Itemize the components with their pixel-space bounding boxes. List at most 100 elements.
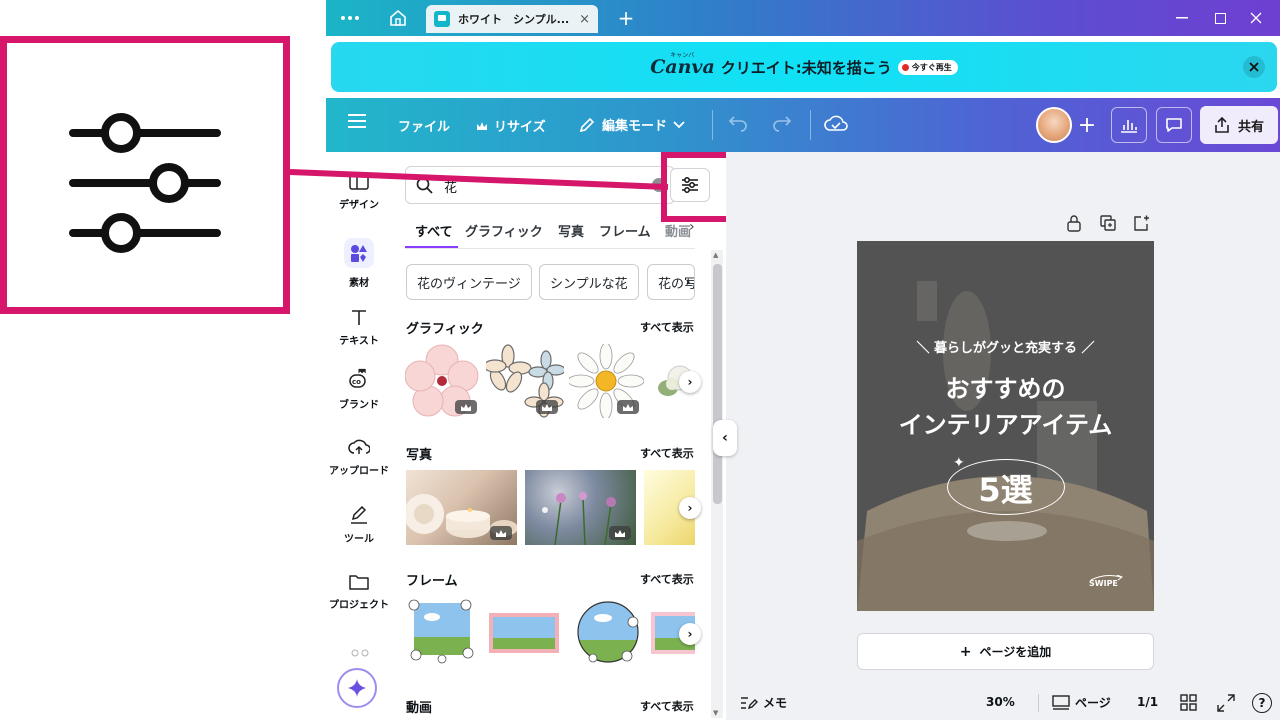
rail-label: アップロード [329,466,389,477]
graphic-peach-flowers[interactable] [483,344,566,418]
editor-toolbar: ファイル リサイズ 編集モード + 共有 [326,98,1280,152]
maximize-icon[interactable] [1210,8,1230,28]
share-label: 共有 [1237,119,1264,135]
add-collaborator-icon[interactable]: + [1072,107,1102,143]
frame-floral-square[interactable] [406,597,480,667]
rail-label: プロジェクト [329,600,389,611]
play-now-pill[interactable]: 今すぐ再生 [897,59,958,75]
crown-icon [477,121,487,130]
cloud-saved-icon[interactable] [824,114,848,134]
pen-tool-icon [351,506,367,524]
tab-all[interactable]: すべて [415,221,453,240]
photo-candles-flowers[interactable] [406,470,517,545]
help-icon[interactable]: ? [1252,693,1272,713]
magic-sparkle-button[interactable] [337,668,377,708]
see-all-link[interactable]: すべて表示 [640,445,694,461]
rail-item-elements[interactable]: 素材 [326,238,392,289]
frames-next-icon[interactable]: › [679,623,701,645]
frame-pink-border[interactable] [488,612,560,654]
suggestion-chip[interactable]: シンプルな花 [539,264,639,300]
graphic-pink-flower[interactable] [404,344,480,418]
rail-item-text[interactable]: テキスト [326,308,392,347]
add-page-button[interactable]: + ページを追加 [857,633,1154,670]
window-close-icon[interactable] [1246,8,1266,28]
resize-button[interactable]: リサイズ [476,116,546,135]
notes-pencil-icon [741,696,758,709]
browser-titlebar: ホワイト シンプル... × + [326,0,1280,36]
more-horizontal-icon[interactable] [336,8,364,28]
section-title: フレーム [406,574,458,589]
hamburger-menu-icon[interactable] [348,114,366,128]
comment-icon[interactable] [1156,107,1192,143]
add-page-above-icon[interactable] [1132,214,1150,232]
new-tab-button[interactable]: + [614,6,638,30]
search-input[interactable]: 花 [405,166,675,204]
scroll-up-icon[interactable]: ▲ [713,251,718,259]
zoom-level[interactable]: 30% [986,695,1015,709]
user-avatar[interactable] [1036,107,1072,143]
redo-icon[interactable] [772,114,792,134]
see-all-link[interactable]: すべて表示 [640,698,694,714]
grid-view-icon[interactable] [1180,694,1198,716]
pencil-icon [579,117,595,132]
see-all-link[interactable]: すべて表示 [640,319,694,335]
brand-icon: co [349,368,366,388]
svg-text:co: co [352,378,361,386]
panel-scrollbar-thumb[interactable] [713,264,722,504]
frame-circle-floral[interactable] [573,600,643,668]
duplicate-page-icon[interactable] [1099,214,1117,232]
file-menu-button[interactable]: ファイル [398,116,450,135]
close-tab-icon[interactable]: × [579,12,590,27]
rail-item-upload[interactable]: アップロード [326,438,392,477]
rail-item-tools[interactable]: ツール [326,506,392,545]
rail-item-projects[interactable]: プロジェクト [326,574,392,611]
tab-graphics[interactable]: グラフィック [465,221,543,240]
tab-videos[interactable]: 動画 [665,221,691,240]
promo-banner[interactable]: Canva キャンバ クリエイト:未知を描こう 今すぐ再生 [331,42,1277,92]
premium-crown-icon [455,400,477,414]
home-icon[interactable] [386,6,410,30]
folder-icon [349,575,369,590]
suggestion-chip[interactable]: 花のヴィンテージ [406,264,532,300]
pages-button[interactable]: ページ [1052,694,1111,711]
rail-item-design[interactable]: デザイン [326,174,392,211]
banner-text: クリエイト:未知を描こう [720,58,892,77]
lock-icon[interactable] [1066,214,1082,232]
fullscreen-icon[interactable] [1217,694,1235,716]
section-title: 動画 [406,701,433,716]
minimize-icon[interactable] [1172,8,1192,28]
page-count: 1/1 [1137,695,1159,709]
photo-wildflowers[interactable] [525,470,636,545]
graphics-next-icon[interactable]: › [679,371,701,393]
graphic-daisy[interactable] [567,342,645,420]
edit-mode-dropdown[interactable]: 編集モード [578,115,685,134]
browser-tab-active[interactable]: ホワイト シンプル... × [426,5,598,33]
category-tabs: すべて グラフィック 写真 フレーム 動画 › [405,218,695,248]
rail-label: ツール [344,534,374,545]
share-button[interactable]: 共有 [1200,106,1278,144]
see-all-link[interactable]: すべて表示 [640,571,694,587]
rail-label: テキスト [339,336,379,347]
tab-frames[interactable]: フレーム [599,221,651,240]
collapse-panel-chevron-left-icon[interactable]: ‹ [713,420,737,456]
more-apps-icon[interactable] [351,642,371,657]
undo-icon[interactable] [728,114,748,134]
canva-tab-icon [434,11,450,27]
tabs-divider [405,248,695,249]
section-title: グラフィック [406,322,484,337]
banner-close-icon[interactable] [1243,56,1265,78]
chips-chevron-right-icon[interactable]: › [679,271,697,293]
notes-button[interactable]: メモ [740,694,787,711]
rail-item-brand[interactable]: co ブランド [326,368,392,411]
design-page-thumbnail[interactable]: ＼ 暮らしがグッと充実する ／ おすすめの インテリアアイテム 5選 ✦ SWI… [857,241,1154,611]
plus-icon: + [959,643,972,660]
add-page-label: ページを追加 [979,645,1052,659]
tab-title: ホワイト シンプル... [458,13,570,26]
photos-next-icon[interactable]: › [679,497,701,519]
design-badge-text: 5選 [978,471,1033,509]
insights-chart-icon[interactable] [1111,107,1147,143]
pages-label: ページ [1075,696,1111,710]
scroll-down-icon[interactable]: ▼ [713,709,718,717]
tab-photos[interactable]: 写真 [558,221,584,240]
tabs-chevron-right-icon[interactable]: › [689,219,695,235]
